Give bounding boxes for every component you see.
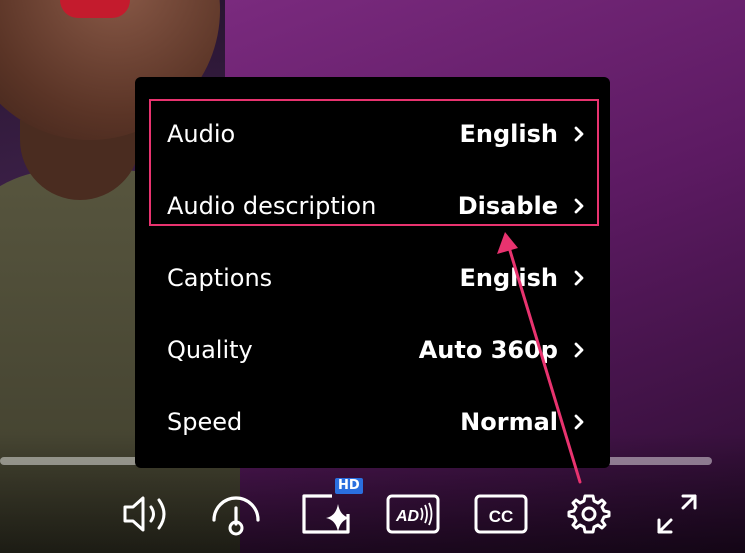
gear-icon xyxy=(567,494,611,534)
chevron-right-icon xyxy=(574,342,584,358)
chevron-right-icon xyxy=(574,126,584,142)
audio-description-icon: AD xyxy=(386,494,440,534)
svg-text:AD: AD xyxy=(395,508,420,525)
menu-item-captions[interactable]: Captions English xyxy=(135,242,610,314)
menu-item-label: Speed xyxy=(167,408,243,436)
settings-menu: Audio English Audio description Disable … xyxy=(135,77,610,468)
hd-badge: HD xyxy=(335,478,363,494)
menu-item-value: English xyxy=(459,120,558,148)
settings-button[interactable] xyxy=(560,488,618,540)
menu-item-value: Normal xyxy=(460,408,558,436)
quality-sparkle-icon xyxy=(302,494,350,534)
menu-item-audio-description[interactable]: Audio description Disable xyxy=(135,170,610,242)
volume-icon xyxy=(123,496,166,532)
chevron-right-icon xyxy=(574,270,584,286)
menu-item-label: Quality xyxy=(167,336,253,364)
menu-item-value: Auto 360p xyxy=(418,336,558,364)
fullscreen-button[interactable] xyxy=(650,488,704,540)
video-frame-person-lips xyxy=(60,0,130,18)
volume-button[interactable] xyxy=(118,488,178,540)
closed-captions-icon: CC xyxy=(474,494,528,534)
menu-item-quality[interactable]: Quality Auto 360p xyxy=(135,314,610,386)
speedometer-icon xyxy=(212,496,260,536)
closed-captions-button[interactable]: CC xyxy=(472,488,530,540)
svg-text:CC: CC xyxy=(489,507,514,526)
menu-item-label: Audio description xyxy=(167,192,377,220)
menu-item-speed[interactable]: Speed Normal xyxy=(135,386,610,458)
fullscreen-icon xyxy=(657,494,697,534)
chevron-right-icon xyxy=(574,414,584,430)
menu-item-audio[interactable]: Audio English xyxy=(135,98,610,170)
menu-item-label: Audio xyxy=(167,120,236,148)
playback-speed-button[interactable] xyxy=(206,488,266,540)
menu-item-value: Disable xyxy=(457,192,558,220)
menu-item-value: English xyxy=(459,264,558,292)
audio-description-button[interactable]: AD xyxy=(384,488,442,540)
menu-item-label: Captions xyxy=(167,264,273,292)
chevron-right-icon xyxy=(574,198,584,214)
quality-button[interactable] xyxy=(294,488,358,540)
video-player: Audio English Audio description Disable … xyxy=(0,0,745,553)
